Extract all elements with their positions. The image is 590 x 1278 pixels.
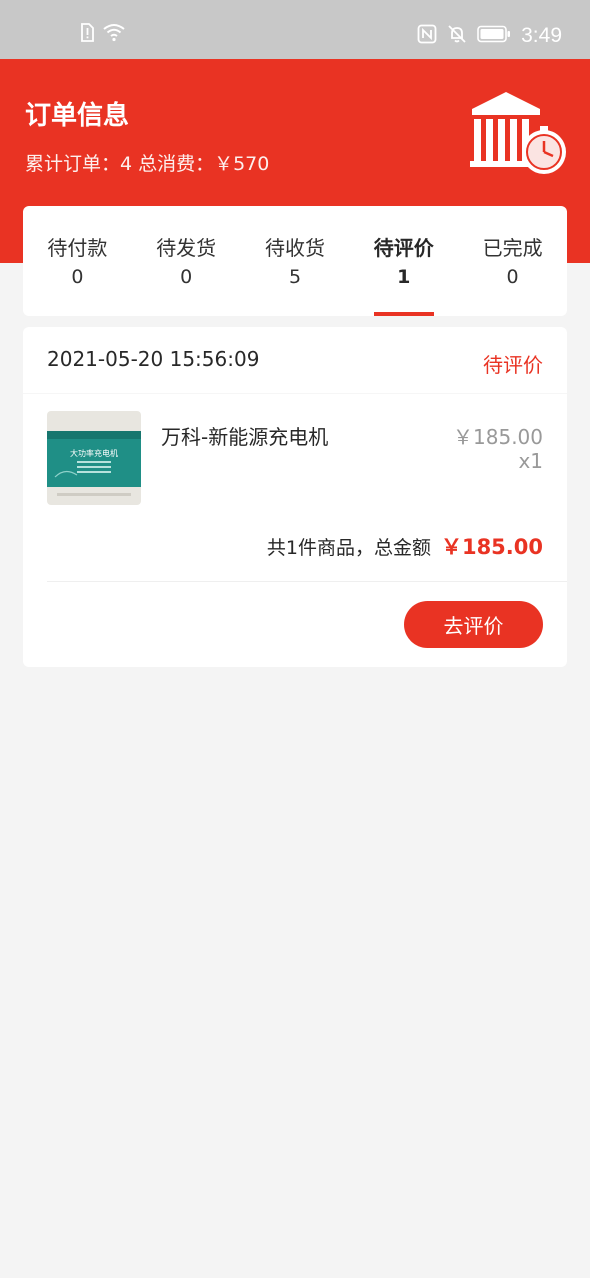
product-price: ￥185.00 <box>453 425 543 449</box>
wifi-icon <box>102 23 126 46</box>
total-orders-text: 累计订单：4 <box>25 153 133 175</box>
tab-count: 1 <box>397 266 411 288</box>
tab-count: 0 <box>71 266 84 288</box>
tab-label: 已完成 <box>482 236 543 260</box>
order-datetime: 2021-05-20 15:56:09 <box>47 347 260 371</box>
store-clock-icon <box>468 89 568 179</box>
tab-label: 待收货 <box>264 236 325 260</box>
status-time: 3:49 <box>521 24 562 47</box>
product-quantity: x1 <box>518 449 543 473</box>
total-spend-text: 总消费：￥570 <box>138 153 270 175</box>
tab-pending-review[interactable]: 待评价 1 <box>349 206 458 316</box>
active-tab-indicator <box>373 312 434 316</box>
tab-pending-payment[interactable]: 待付款 0 <box>23 206 132 316</box>
status-bar: 3:49 <box>0 0 590 59</box>
order-card[interactable]: 2021-05-20 15:56:09 待评价 大功率充电机 万科-新能源充电机… <box>23 327 567 667</box>
tab-count: 0 <box>506 266 519 288</box>
status-left-icons <box>80 23 126 46</box>
order-header: 2021-05-20 15:56:09 待评价 <box>23 327 567 394</box>
tab-count: 5 <box>288 266 302 288</box>
status-right-icons: 3:49 <box>417 21 562 51</box>
card-divider <box>47 581 567 582</box>
thumb-text: 大功率充电机 <box>70 448 118 458</box>
sim-alert-icon <box>80 23 94 46</box>
tab-count: 0 <box>180 266 193 288</box>
tab-label: 待评价 <box>373 236 434 260</box>
tab-label: 待发货 <box>156 236 217 260</box>
write-review-button[interactable]: 去评价 <box>404 601 543 648</box>
product-thumbnail[interactable]: 大功率充电机 <box>47 411 141 505</box>
order-status-tabs: 待付款 0 待发货 0 待收货 5 待评价 1 已完成 0 <box>23 206 567 316</box>
tab-pending-shipment[interactable]: 待发货 0 <box>132 206 241 316</box>
battery-icon <box>477 25 511 47</box>
tab-pending-receipt[interactable]: 待收货 5 <box>241 206 350 316</box>
order-summary: 累计订单：4 总消费：￥570 <box>25 149 269 176</box>
product-name[interactable]: 万科-新能源充电机 <box>161 421 328 450</box>
total-label: 共1件商品，总金额 <box>266 537 431 559</box>
bell-off-icon <box>447 24 467 48</box>
tab-label: 待付款 <box>47 236 108 260</box>
order-status-label: 待评价 <box>483 353 543 377</box>
total-amount: ￥185.00 <box>440 535 543 559</box>
order-total: 共1件商品，总金额 ￥185.00 <box>267 531 543 561</box>
tab-completed[interactable]: 已完成 0 <box>458 206 567 316</box>
page-title: 订单信息 <box>25 101 130 131</box>
nfc-icon <box>417 24 437 48</box>
